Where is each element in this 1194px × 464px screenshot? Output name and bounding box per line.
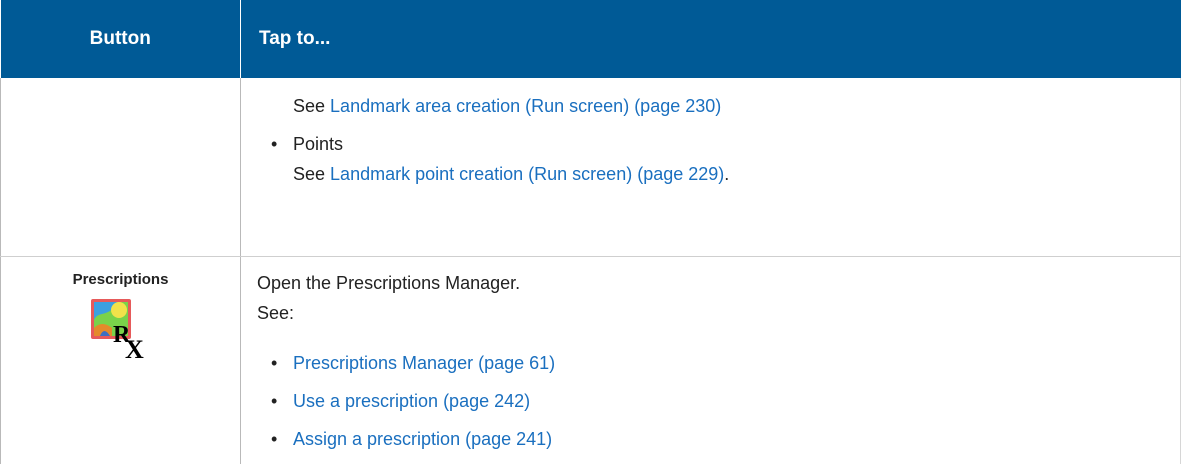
bullet-points-label: Points <box>293 134 344 154</box>
table-header-row: Button Tap to... <box>0 0 1181 78</box>
list-item: Assign a prescription (page 241) <box>257 420 1180 458</box>
list-item: Prescriptions Manager (page 61) <box>257 344 1180 382</box>
link-use-a-prescription[interactable]: Use a prescription (page 242) <box>293 391 530 411</box>
tap-cell-prescriptions: Open the Prescriptions Manager. See: Pre… <box>240 256 1181 464</box>
link-assign-a-prescription[interactable]: Assign a prescription (page 241) <box>293 429 552 449</box>
prescriptions-button-title: Prescriptions <box>72 271 169 288</box>
tap-cell-landmark: See Landmark area creation (Run screen) … <box>240 78 1181 257</box>
see-label: See <box>293 96 326 116</box>
column-header-button: Button <box>0 0 241 78</box>
landmark-bullet-list: Points See Landmark point creation (Run … <box>257 129 1180 189</box>
list-item-points: Points See Landmark point creation (Run … <box>257 129 1180 189</box>
button-cell-empty <box>0 78 241 257</box>
link-landmark-area-creation[interactable]: Landmark area creation (Run screen) (pag… <box>330 96 721 116</box>
see-label: See <box>293 164 326 184</box>
see-area-line: See Landmark area creation (Run screen) … <box>257 91 1180 121</box>
prescription-rx-icon[interactable]: R X <box>90 298 152 360</box>
table-row-landmark: See Landmark area creation (Run screen) … <box>0 78 1181 257</box>
see-colon-label: See: <box>257 303 295 323</box>
button-reference-table: Button Tap to... See Landmark area creat… <box>0 0 1181 464</box>
prescriptions-description: Open the Prescriptions Manager. <box>257 273 521 293</box>
table-row-prescriptions: Prescriptions R X Open the Prescriptions… <box>0 256 1181 464</box>
svg-text:X: X <box>125 335 144 360</box>
button-cell-prescriptions: Prescriptions R X <box>0 256 241 464</box>
link-landmark-point-creation[interactable]: Landmark point creation (Run screen) (pa… <box>330 164 724 184</box>
link-prescriptions-manager[interactable]: Prescriptions Manager (page 61) <box>293 353 555 373</box>
list-item: Use a prescription (page 242) <box>257 382 1180 420</box>
column-header-tap: Tap to... <box>240 0 1181 78</box>
see-point-line: See Landmark point creation (Run screen)… <box>293 159 1180 189</box>
prescriptions-link-list: Prescriptions Manager (page 61) Use a pr… <box>257 344 1180 458</box>
trailing-period: . <box>724 164 730 184</box>
